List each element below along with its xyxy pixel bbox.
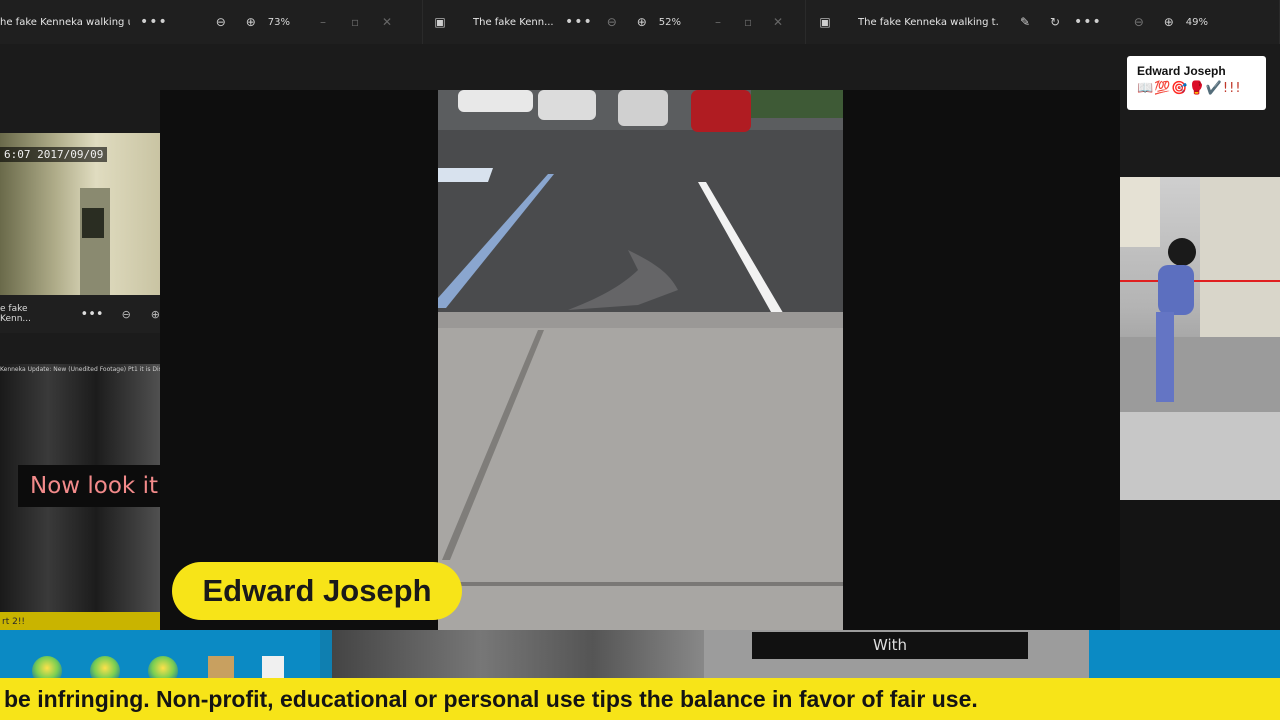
more-icon[interactable]: ••• — [565, 14, 593, 30]
person-leg — [1156, 312, 1174, 402]
zoom-in-icon[interactable]: ⊕ — [1162, 15, 1176, 29]
window-2-canvas — [423, 44, 806, 90]
zoom-out-icon[interactable]: ⊖ — [605, 15, 619, 29]
zoom-in-icon[interactable]: ⊕ — [244, 15, 258, 29]
maximize-icon[interactable]: ▫ — [741, 15, 755, 29]
parking-lot-photo — [438, 90, 843, 630]
window-3-titlebar: ▣ The fake Kenneka walking t... ✎ ↻ ••• … — [806, 0, 1280, 44]
cctv-timestamp: 6:07 2017/09/09 — [0, 147, 108, 162]
zoom-in-icon[interactable]: ⊕ — [151, 308, 160, 321]
with-label: With — [752, 632, 1028, 659]
window-2-title: The fake Kenn... — [473, 16, 553, 28]
hallway-sign — [82, 208, 104, 238]
name-card-name: Edward Joseph — [1137, 64, 1226, 78]
cctv-thumbnail-right — [1120, 177, 1280, 500]
taskbar-thumbnail-4[interactable] — [1089, 630, 1280, 678]
zoom-out-icon[interactable]: ⊖ — [122, 308, 131, 321]
name-card: Edward Joseph 📖💯🎯🥊✔️!!! — [1127, 56, 1266, 110]
shrubs — [751, 90, 843, 118]
close-icon[interactable]: ✕ — [771, 15, 785, 29]
more-icon[interactable]: ••• — [140, 14, 168, 30]
zoom-in-icon[interactable]: ⊕ — [635, 15, 649, 29]
more-icon[interactable]: ••• — [1074, 14, 1102, 30]
window-3-title: The fake Kenneka walking t... — [858, 16, 998, 28]
left-window-title: e fake Kenn... — [0, 304, 31, 324]
close-icon[interactable]: ✕ — [380, 15, 394, 29]
wall-left — [1120, 177, 1160, 247]
white-car-3 — [618, 90, 668, 126]
disclaimer-ticker: be infringing. Non-profit, educational o… — [0, 678, 1280, 720]
edit-icon[interactable]: ✎ — [1018, 15, 1032, 29]
parking-lot-image — [438, 90, 843, 630]
window-1-titlebar: he fake Kenneka walking u... ••• ⊖ ⊕ 73%… — [0, 0, 423, 44]
wall-right — [1200, 177, 1280, 337]
right-window-footer — [1120, 500, 1280, 630]
red-car — [691, 90, 751, 132]
minimize-icon[interactable]: – — [711, 15, 725, 29]
name-card-emojis: 📖💯🎯🥊✔️!!! — [1137, 81, 1242, 96]
handicap-marking — [438, 168, 493, 182]
white-car-1 — [458, 90, 533, 112]
window-1-title: he fake Kenneka walking u... — [0, 16, 130, 28]
taskbar-thumbnail-2[interactable] — [332, 630, 704, 678]
window-1-zoom: 73% — [267, 16, 291, 28]
left-window-gap — [0, 333, 160, 364]
gallery-icon[interactable]: ▣ — [818, 15, 832, 29]
cctv-thumbnail-left: 6:07 2017/09/09 — [0, 133, 160, 308]
floor-light — [1120, 412, 1280, 500]
taskbar-thumbnail-3[interactable]: With — [704, 630, 1089, 678]
person-torso — [1158, 265, 1194, 315]
hallway-figure — [1120, 177, 1280, 500]
rotate-icon[interactable]: ↻ — [1048, 15, 1062, 29]
folder-icon[interactable] — [208, 656, 234, 680]
window-3-zoom: 49% — [1185, 16, 1209, 28]
zoom-out-icon[interactable]: ⊖ — [214, 15, 228, 29]
expansion-joint — [438, 582, 843, 586]
screen: he fake Kenneka walking u... ••• ⊖ ⊕ 73%… — [0, 0, 1280, 720]
white-car-2 — [538, 90, 596, 120]
person-head — [1168, 238, 1196, 266]
minimize-icon[interactable]: – — [316, 15, 330, 29]
video-subtitle: Now look it — [18, 465, 160, 507]
more-icon[interactable]: ••• — [81, 307, 104, 322]
video-caption: Kenneka Update: New (Unedited Footage) P… — [0, 366, 160, 373]
curb — [438, 312, 843, 330]
gallery-icon[interactable]: ▣ — [433, 15, 447, 29]
window-2-zoom: 52% — [658, 16, 682, 28]
red-line — [1120, 280, 1280, 282]
left-window-titlebar: e fake Kenn... ••• ⊖ ⊕ — [0, 295, 160, 333]
hallway-door — [80, 188, 110, 308]
zoom-out-icon[interactable]: ⊖ — [1132, 15, 1146, 29]
name-pill: Edward Joseph — [172, 562, 462, 620]
left-strip-label: rt 2!! — [0, 612, 160, 632]
maximize-icon[interactable]: ▫ — [348, 15, 362, 29]
window-2-titlebar: ▣ The fake Kenn... ••• ⊖ ⊕ 52% – ▫ ✕ — [423, 0, 806, 44]
document-icon[interactable] — [262, 656, 284, 680]
